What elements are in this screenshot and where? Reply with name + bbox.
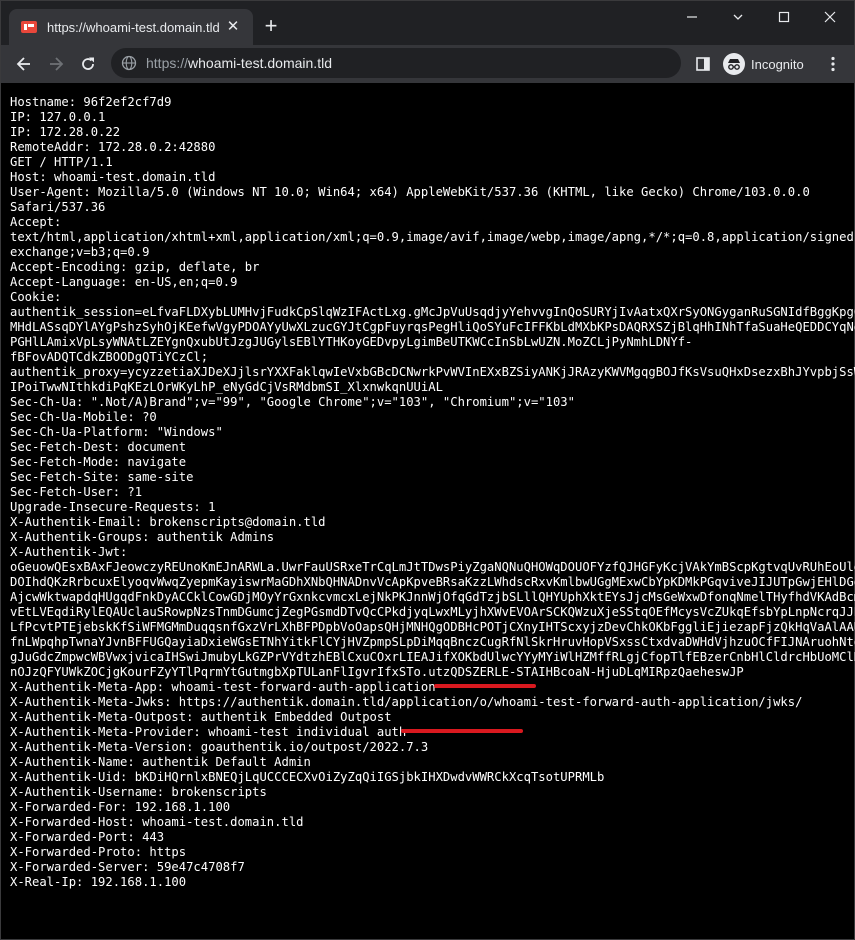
browser-toolbar: https://whoami-test.domain.tld Incognito (1, 45, 854, 83)
response-line: X-Real-Ip: 192.168.1.100 (10, 875, 187, 889)
response-line: Sec-Fetch-User: ?1 (10, 485, 143, 499)
response-line: gJuGdcZmpwcWBVwxjvicaIHSwiJmubyLkGZPrVYd… (10, 650, 855, 664)
response-line: X-Authentik-Email: brokenscripts@domain.… (10, 515, 326, 529)
address-bar[interactable]: https://whoami-test.domain.tld (111, 48, 681, 78)
response-line: Hostname: 96f2ef2cf7d9 (10, 95, 172, 109)
response-line: Accept-Encoding: gzip, deflate, br (10, 260, 260, 274)
side-panel-icon[interactable] (693, 54, 713, 74)
response-line: LfPcvtPTEjebskKfSiWFMGMmDuqqsnfGxzVrLXhB… (10, 620, 855, 634)
page-content: Hostname: 96f2ef2cf7d9 IP: 127.0.0.1 IP:… (1, 83, 855, 939)
close-window-icon[interactable] (807, 5, 853, 29)
response-line: X-Authentik-Meta-Version: goauthentik.io… (10, 740, 429, 754)
response-line: Sec-Ch-Ua: ".Not/A)Brand";v="99", "Googl… (10, 395, 575, 409)
response-line: Host: whoami-test.domain.tld (10, 170, 216, 184)
back-arrow-icon[interactable] (10, 50, 38, 78)
response-line: fBFovADQTCdkZBOODgQTiYCzCl; (10, 350, 209, 364)
active-tab[interactable]: https://whoami-test.domain.tld ✕ (9, 9, 253, 45)
url-scheme: https:// (146, 55, 189, 71)
response-line: X-Forwarded-For: 192.168.1.100 (10, 800, 231, 814)
response-line: Sec-Fetch-Site: same-site (10, 470, 194, 484)
response-line: X-Authentik-Uid: bKDiHQrnlxBNEQjLqUCCCEC… (10, 770, 605, 784)
response-line: X-Authentik-Username: brokenscripts (10, 785, 267, 799)
response-line: Cookie: (10, 290, 62, 304)
response-line: User-Agent: Mozilla/5.0 (Windows NT 10.0… (10, 185, 810, 199)
response-line: Sec-Fetch-Mode: navigate (10, 455, 187, 469)
incognito-icon (723, 53, 745, 75)
response-line: X-Authentik-Meta-Provider: whoami-test i… (10, 725, 407, 739)
response-line: Accept-Language: en-US,en;q=0.9 (10, 275, 238, 289)
response-line: vEtLVEqdiRylEQAUclauSRowpNzsTnmDGumcjZeg… (10, 605, 855, 619)
response-line: X-Authentik-Jwt: (10, 545, 128, 559)
incognito-profile-button[interactable]: Incognito (723, 51, 804, 77)
response-line: authentik_proxy=ycyzzetiaXJDeXJjlsrYXXFa… (10, 365, 855, 379)
highlight-underline-meta-provider (401, 729, 523, 733)
globe-icon (121, 55, 137, 71)
response-line: PGHlLAmixVpLsyWNAtLZEYgnQxubUtJzgJUGylsE… (10, 335, 693, 349)
response-line: X-Authentik-Meta-Jwks: https://authentik… (10, 695, 803, 709)
kebab-menu-icon[interactable] (825, 54, 841, 74)
response-line: X-Authentik-Name: authentik Default Admi… (10, 755, 311, 769)
response-line: authentik_session=eLfvaFLDXybLUMHvjFudkC… (10, 305, 855, 319)
reload-icon[interactable] (74, 50, 102, 78)
response-line: IPoiTwwNIthkdiPqKEzLOrWKyLhP_eNyGdCjVsRM… (10, 380, 443, 394)
whoami-response-text: Hostname: 96f2ef2cf7d9 IP: 127.0.0.1 IP:… (10, 95, 855, 890)
browser-window: https://whoami-test.domain.tld ✕ + https… (0, 0, 855, 940)
response-line: fnLWpqhpTwnaYJvnBFFUGQayiaDxieWGsETNhYit… (10, 635, 855, 649)
response-line: X-Authentik-Groups: authentik Admins (10, 530, 275, 544)
response-line: exchange;v=b3;q=0.9 (10, 245, 150, 259)
tab-close-icon[interactable]: ✕ (223, 17, 243, 37)
response-line: Sec-Fetch-Dest: document (10, 440, 187, 454)
forward-arrow-icon[interactable] (42, 50, 70, 78)
response-line: nOJzQFYUWkZOCjgKourFZyYTlPqrmYtGutmgbXpT… (10, 665, 744, 679)
url-host: whoami-test.domain.tld (188, 55, 332, 71)
response-line: RemoteAddr: 172.28.0.2:42880 (10, 140, 216, 154)
highlight-underline-meta-app (434, 684, 536, 688)
favicon-icon (21, 21, 37, 33)
response-line: Sec-Ch-Ua-Platform: "Windows" (10, 425, 223, 439)
incognito-label: Incognito (751, 56, 804, 72)
response-line: X-Authentik-Meta-App: whoami-test-forwar… (10, 680, 436, 694)
response-line: text/html,application/xhtml+xml,applicat… (10, 230, 855, 244)
response-line: Sec-Ch-Ua-Mobile: ?0 (10, 410, 157, 424)
response-line: IP: 127.0.0.1 (10, 110, 106, 124)
response-line: Accept: (10, 215, 62, 229)
response-line: X-Authentik-Meta-Outpost: authentik Embe… (10, 710, 392, 724)
tab-strip: https://whoami-test.domain.tld ✕ + (1, 1, 854, 45)
response-line: Upgrade-Insecure-Requests: 1 (10, 500, 216, 514)
response-line: Safari/537.36 (10, 200, 106, 214)
response-line: IP: 172.28.0.22 (10, 125, 121, 139)
response-line: GET / HTTP/1.1 (10, 155, 113, 169)
minimize-icon[interactable] (669, 5, 715, 29)
response-line: X-Forwarded-Port: 443 (10, 830, 165, 844)
response-line: X-Forwarded-Proto: https (10, 845, 187, 859)
response-line: AjcwWktwapdqHUgqdFnkDyACCklCowGDjMOyYrGx… (10, 590, 855, 604)
maximize-icon[interactable] (761, 5, 807, 29)
response-line: MHdLASsqDYlAYgPshzSyhOjKEefwVgyPDOAYyUwX… (10, 320, 855, 334)
response-line: DOIhdQKzRrbcuxElyoqvWwqZyepmKayiswrMaGDh… (10, 575, 855, 589)
tab-title: https://whoami-test.domain.tld (47, 19, 220, 35)
response-line: X-Forwarded-Host: whoami-test.domain.tld (10, 815, 304, 829)
new-tab-icon[interactable]: + (259, 15, 283, 39)
chevron-down-icon[interactable] (715, 5, 761, 29)
response-line: X-Forwarded-Server: 59e47c4708f7 (10, 860, 245, 874)
response-line: oGeuowQEsxBAxFJeowczyREUnoKmEJnARWLa.Uwr… (10, 560, 855, 574)
